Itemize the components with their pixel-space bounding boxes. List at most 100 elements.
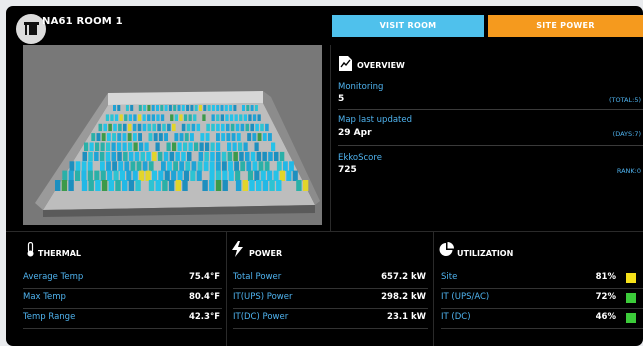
rack-unit bbox=[193, 114, 197, 121]
rack-unit bbox=[148, 180, 155, 191]
rack-unit bbox=[155, 142, 160, 151]
rack-unit bbox=[103, 123, 107, 132]
rack-unit bbox=[144, 142, 149, 151]
rack-unit bbox=[142, 123, 147, 132]
map-updated-value: 29 Apr bbox=[338, 128, 372, 138]
rack-unit bbox=[113, 123, 117, 132]
rack-unit bbox=[137, 114, 142, 121]
rack-unit bbox=[202, 114, 206, 121]
site-util-label: Site bbox=[441, 272, 458, 282]
rack-unit bbox=[135, 180, 141, 191]
rack-unit bbox=[143, 105, 147, 111]
rack-unit bbox=[227, 142, 232, 151]
rack-unit bbox=[95, 180, 101, 191]
utilization-title: UTILIZATION bbox=[457, 249, 514, 258]
rack-unit bbox=[69, 161, 75, 172]
rack-unit bbox=[186, 105, 190, 111]
rack-unit bbox=[239, 151, 244, 161]
rack-unit bbox=[147, 114, 151, 121]
rack-unit bbox=[112, 133, 116, 141]
rack-unit bbox=[257, 133, 262, 141]
rack-unit bbox=[140, 151, 145, 161]
rack-unit bbox=[128, 151, 134, 161]
rack-unit bbox=[228, 161, 233, 172]
rack-unit bbox=[255, 123, 259, 132]
ekkoscore-rank: RANK:0 bbox=[616, 167, 641, 175]
rack-unit bbox=[196, 123, 201, 132]
rack-unit bbox=[274, 151, 279, 161]
rack-unit bbox=[179, 114, 183, 121]
rack-unit bbox=[87, 161, 93, 172]
rack-unit bbox=[118, 123, 122, 132]
rack-unit bbox=[123, 151, 128, 161]
rack-unit bbox=[147, 105, 151, 111]
rack-unit bbox=[190, 133, 194, 141]
rack-unit bbox=[123, 123, 127, 132]
rack-unit bbox=[260, 170, 266, 181]
rack-unit bbox=[236, 133, 241, 141]
it-ups-ac-util-value: 72% bbox=[595, 292, 616, 302]
rack-unit bbox=[250, 151, 256, 161]
rack-unit bbox=[206, 123, 210, 132]
rack-unit bbox=[170, 114, 174, 121]
divider bbox=[338, 145, 643, 146]
rack-unit bbox=[242, 180, 248, 191]
rack-unit bbox=[100, 161, 105, 172]
it-ups-ac-util-status bbox=[626, 293, 636, 303]
rack-unit bbox=[243, 114, 247, 121]
rack-unit bbox=[250, 123, 254, 132]
visit-room-button[interactable]: VISIT ROOM bbox=[332, 15, 484, 37]
rack-unit bbox=[209, 161, 215, 172]
rack-unit bbox=[156, 105, 159, 111]
it-ups-power-label: IT(UPS) Power bbox=[233, 292, 293, 302]
rack-unit bbox=[106, 142, 111, 151]
rack-unit bbox=[185, 161, 191, 172]
rack-unit bbox=[105, 114, 110, 121]
rack-unit bbox=[128, 114, 132, 121]
rack-unit bbox=[139, 170, 145, 181]
rack-unit bbox=[203, 161, 209, 172]
max-temp-label: Max Temp bbox=[23, 292, 66, 302]
rack-unit bbox=[124, 114, 128, 121]
average-temp-label: Average Temp bbox=[23, 272, 84, 282]
divider bbox=[6, 231, 643, 232]
rack-unit bbox=[228, 170, 234, 181]
it-dc-util-label: IT (DC) bbox=[441, 312, 471, 322]
rack-unit bbox=[105, 151, 111, 161]
rack-unit bbox=[262, 133, 267, 141]
rack-unit bbox=[279, 151, 285, 161]
rack-unit bbox=[235, 123, 240, 132]
rack-unit bbox=[148, 161, 154, 172]
rack-unit bbox=[188, 114, 192, 121]
rack-unit bbox=[188, 142, 193, 151]
rack-unit bbox=[216, 114, 220, 121]
rack-unit bbox=[248, 114, 252, 121]
rack-unit bbox=[173, 105, 177, 111]
rack-unit bbox=[171, 170, 177, 181]
rack-unit bbox=[296, 180, 302, 191]
rack-unit bbox=[173, 161, 178, 172]
divider bbox=[233, 328, 428, 329]
rack-unit bbox=[95, 142, 100, 151]
rack-unit bbox=[122, 180, 128, 191]
rack-unit bbox=[260, 123, 264, 132]
temp-range-label: Temp Range bbox=[23, 312, 76, 322]
rack-unit bbox=[167, 123, 171, 132]
rack-unit bbox=[215, 180, 222, 191]
rack-unit bbox=[62, 170, 68, 181]
rack-unit bbox=[122, 142, 127, 151]
rack-unit bbox=[215, 170, 221, 181]
rack-unit bbox=[117, 105, 121, 111]
rack-unit bbox=[128, 180, 135, 191]
rack-unit bbox=[221, 133, 226, 141]
rack-unit bbox=[199, 142, 204, 151]
rack-unit bbox=[157, 151, 163, 161]
rack-unit bbox=[88, 151, 93, 161]
room-3d-render[interactable] bbox=[23, 45, 322, 225]
rack-unit bbox=[211, 105, 215, 111]
site-power-button[interactable]: SITE POWER bbox=[488, 15, 643, 37]
rack-unit bbox=[181, 151, 186, 161]
rack-unit bbox=[174, 133, 179, 141]
rack-unit bbox=[132, 123, 137, 132]
rack-unit bbox=[87, 170, 93, 181]
